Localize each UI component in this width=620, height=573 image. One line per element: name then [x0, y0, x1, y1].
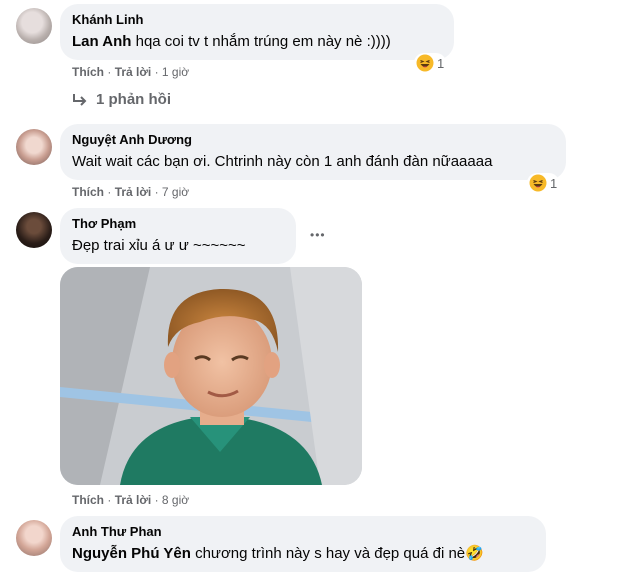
comment-author[interactable]: Thơ Phạm — [72, 216, 284, 232]
separator: · — [107, 185, 112, 199]
like-link[interactable]: Thích — [72, 185, 104, 199]
comment-author[interactable]: Nguyệt Anh Dương — [72, 132, 554, 148]
timestamp[interactable]: 8 giờ — [162, 493, 189, 507]
comment-meta: Thích · Trả lời · 7 giờ — [72, 185, 189, 199]
reply-link[interactable]: Trả lời — [115, 185, 152, 199]
view-replies-label[interactable]: 1 phản hồi — [96, 91, 171, 108]
avatar[interactable] — [16, 129, 52, 165]
separator: · — [107, 65, 112, 79]
reaction-summary[interactable]: 1 — [414, 53, 447, 73]
like-link[interactable]: Thích — [72, 493, 104, 507]
comment-author[interactable]: Anh Thư Phan — [72, 524, 534, 540]
comment-bubble: Nguyệt Anh Dương Wait wait các bạn ơi. C… — [60, 124, 566, 180]
comment-meta: Thích · Trả lời · 8 giờ — [72, 493, 189, 507]
haha-icon — [416, 54, 434, 72]
mention-tag[interactable]: Nguyễn Phú Yên — [72, 545, 191, 562]
haha-icon — [529, 174, 547, 192]
comment-body: hqa coi tv t nhắm trúng em này nè :)))) — [131, 33, 391, 50]
comment-author[interactable]: Khánh Linh — [72, 12, 442, 28]
photo-image — [60, 267, 362, 485]
separator: · — [154, 65, 159, 79]
reply-link[interactable]: Trả lời — [115, 65, 152, 79]
reaction-summary[interactable]: 1 — [527, 173, 560, 193]
view-replies-link[interactable]: 1 phản hồi — [72, 91, 171, 108]
timestamp[interactable]: 1 giờ — [162, 65, 189, 79]
separator: · — [107, 493, 112, 507]
separator: · — [154, 493, 159, 507]
comment-body: chương trình này s hay và đẹp quá đi nè🤣 — [190, 545, 484, 562]
comment-bubble: Thơ Phạm Đẹp trai xỉu á ư ư ~~~~~~ — [60, 208, 296, 264]
reply-link[interactable]: Trả lời — [115, 493, 152, 507]
comment-bubble: Khánh Linh Lan Anh hqa coi tv t nhắm trú… — [60, 4, 454, 60]
separator: · — [154, 185, 159, 199]
comment-meta: Thích · Trả lời · 1 giờ — [72, 65, 189, 79]
avatar[interactable] — [16, 520, 52, 556]
comment-text: Đẹp trai xỉu á ư ư ~~~~~~ — [72, 237, 246, 254]
comment-photo[interactable] — [60, 267, 362, 485]
like-link[interactable]: Thích — [72, 65, 104, 79]
mention-tag[interactable]: Lan Anh — [72, 33, 131, 50]
reaction-count: 1 — [550, 175, 558, 191]
avatar[interactable] — [16, 212, 52, 248]
more-options-icon[interactable]: ••• — [310, 229, 326, 241]
timestamp[interactable]: 7 giờ — [162, 185, 189, 199]
comment-text: Lan Anh hqa coi tv t nhắm trúng em này n… — [72, 32, 442, 52]
comment-text: Wait wait các bạn ơi. Chtrinh này còn 1 … — [72, 153, 493, 170]
comment-bubble: Anh Thư Phan Nguyễn Phú Yên chương trình… — [60, 516, 546, 572]
avatar[interactable] — [16, 8, 52, 44]
reaction-count: 1 — [437, 55, 445, 71]
reply-arrow-icon — [73, 93, 87, 106]
comment-text: Nguyễn Phú Yên chương trình này s hay và… — [72, 544, 534, 564]
